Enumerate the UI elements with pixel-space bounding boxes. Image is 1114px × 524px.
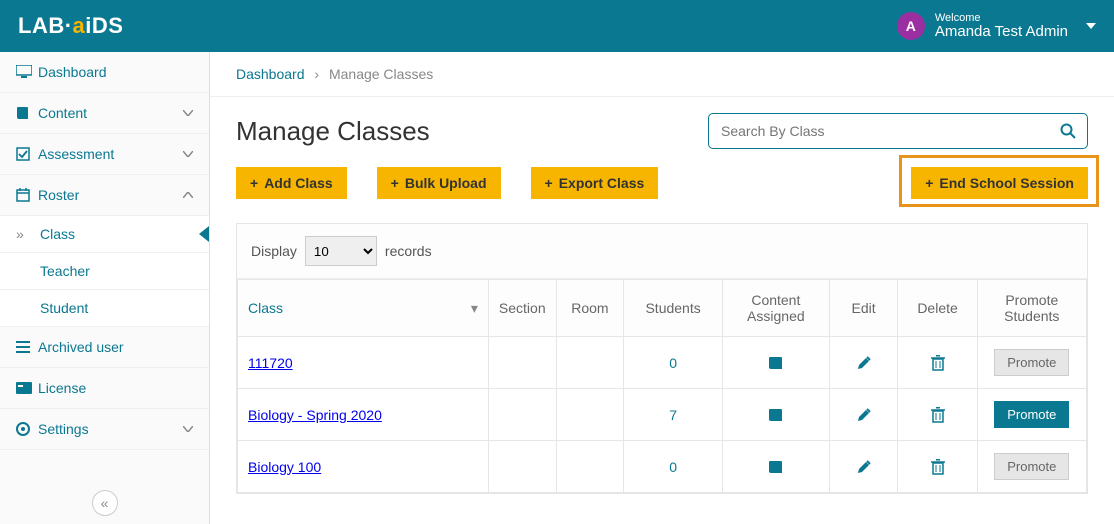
sidebar-item-label: Dashboard bbox=[38, 64, 107, 80]
cell-room bbox=[556, 441, 624, 493]
col-class[interactable]: Class ▾ bbox=[238, 280, 489, 337]
col-edit[interactable]: Edit bbox=[829, 280, 898, 337]
chevron-down-icon bbox=[183, 151, 193, 157]
cell-room bbox=[556, 389, 624, 441]
calendar-icon bbox=[16, 188, 38, 202]
classes-table: Class ▾ Section Room Students Content As… bbox=[237, 279, 1087, 493]
sidebar-sub-teacher[interactable]: Teacher bbox=[0, 253, 209, 290]
sidebar-item-content[interactable]: Content bbox=[0, 93, 209, 134]
sidebar-item-label: License bbox=[38, 380, 86, 396]
table-row: Biology - Spring 2020 7 Promote bbox=[238, 389, 1087, 441]
active-marker-icon bbox=[199, 226, 209, 242]
card-icon bbox=[16, 382, 38, 394]
col-delete[interactable]: Delete bbox=[898, 280, 977, 337]
class-link[interactable]: Biology - Spring 2020 bbox=[248, 407, 382, 423]
sidebar-item-label: Class bbox=[40, 226, 75, 242]
chevron-right-icon: » bbox=[16, 226, 24, 242]
caret-down-icon bbox=[1086, 23, 1096, 29]
plus-icon: + bbox=[250, 175, 258, 191]
delete-icon[interactable] bbox=[908, 407, 966, 423]
bulk-upload-button[interactable]: + Bulk Upload bbox=[377, 167, 501, 199]
delete-icon[interactable] bbox=[908, 459, 966, 475]
sidebar-item-label: Roster bbox=[38, 187, 79, 203]
sidebar-item-label: Assessment bbox=[38, 146, 114, 162]
content-assigned-icon[interactable] bbox=[733, 356, 819, 370]
sidebar: Dashboard Content Assessment Roster » bbox=[0, 52, 210, 524]
records-label: records bbox=[385, 243, 432, 259]
gear-icon bbox=[16, 422, 38, 436]
sidebar-item-label: Settings bbox=[38, 421, 89, 437]
collapse-sidebar-button[interactable]: « bbox=[92, 490, 118, 516]
col-promote[interactable]: Promote Students bbox=[977, 280, 1086, 337]
promote-button[interactable]: Promote bbox=[994, 401, 1069, 428]
cell-students: 0 bbox=[624, 441, 723, 493]
cell-students: 7 bbox=[624, 389, 723, 441]
add-class-button[interactable]: + Add Class bbox=[236, 167, 347, 199]
sidebar-item-label: Archived user bbox=[38, 339, 124, 355]
cell-section bbox=[488, 389, 556, 441]
table-row: Biology 100 0 Promote bbox=[238, 441, 1087, 493]
class-link[interactable]: 111720 bbox=[248, 355, 293, 371]
sidebar-sub-student[interactable]: Student bbox=[0, 290, 209, 327]
col-content-assigned[interactable]: Content Assigned bbox=[723, 280, 830, 337]
main-content: Dashboard › Manage Classes Manage Classe… bbox=[210, 52, 1114, 524]
promote-button[interactable]: Promote bbox=[994, 453, 1069, 480]
plus-icon: + bbox=[545, 175, 553, 191]
breadcrumb: Dashboard › Manage Classes bbox=[210, 52, 1114, 97]
search-icon[interactable] bbox=[1060, 123, 1076, 139]
app-header: LAB·aiDS A Welcome Amanda Test Admin bbox=[0, 0, 1114, 52]
chevron-down-icon bbox=[183, 426, 193, 432]
sidebar-item-assessment[interactable]: Assessment bbox=[0, 134, 209, 175]
edit-icon[interactable] bbox=[840, 407, 888, 423]
chevron-up-icon bbox=[183, 192, 193, 198]
delete-icon[interactable] bbox=[908, 355, 966, 371]
sidebar-item-label: Student bbox=[40, 300, 88, 316]
edit-icon[interactable] bbox=[840, 355, 888, 371]
logo: LAB·aiDS bbox=[18, 13, 123, 39]
sidebar-item-label: Content bbox=[38, 105, 87, 121]
avatar: A bbox=[897, 12, 925, 40]
content-assigned-icon[interactable] bbox=[733, 460, 819, 474]
cell-students: 0 bbox=[624, 337, 723, 389]
sidebar-sub-class[interactable]: » Class bbox=[0, 216, 209, 253]
cell-section bbox=[488, 337, 556, 389]
sidebar-item-license[interactable]: License bbox=[0, 368, 209, 409]
display-select[interactable]: 10 bbox=[305, 236, 377, 266]
list-icon bbox=[16, 341, 38, 353]
sidebar-item-dashboard[interactable]: Dashboard bbox=[0, 52, 209, 93]
edit-icon[interactable] bbox=[840, 459, 888, 475]
welcome-block: Welcome Amanda Test Admin bbox=[935, 12, 1068, 41]
book-icon bbox=[16, 106, 38, 120]
plus-icon: + bbox=[925, 175, 933, 191]
page-title: Manage Classes bbox=[236, 116, 430, 147]
cell-room bbox=[556, 337, 624, 389]
sidebar-item-label: Teacher bbox=[40, 263, 90, 279]
search-input[interactable] bbox=[708, 113, 1088, 149]
table-row: 111720 0 Promote bbox=[238, 337, 1087, 389]
sort-desc-icon: ▾ bbox=[471, 300, 478, 317]
sidebar-item-roster[interactable]: Roster bbox=[0, 175, 209, 216]
promote-button[interactable]: Promote bbox=[994, 349, 1069, 376]
col-room[interactable]: Room bbox=[556, 280, 624, 337]
export-class-button[interactable]: + Export Class bbox=[531, 167, 659, 199]
breadcrumb-sep: › bbox=[314, 66, 319, 82]
cell-section bbox=[488, 441, 556, 493]
breadcrumb-current: Manage Classes bbox=[329, 66, 433, 82]
chevron-down-icon bbox=[183, 110, 193, 116]
content-assigned-icon[interactable] bbox=[733, 408, 819, 422]
class-link[interactable]: Biology 100 bbox=[248, 459, 321, 475]
breadcrumb-dashboard[interactable]: Dashboard bbox=[236, 66, 305, 82]
check-square-icon bbox=[16, 147, 38, 161]
display-label: Display bbox=[251, 243, 297, 259]
sidebar-item-archived-user[interactable]: Archived user bbox=[0, 327, 209, 368]
monitor-icon bbox=[16, 65, 38, 79]
sidebar-item-settings[interactable]: Settings bbox=[0, 409, 209, 450]
plus-icon: + bbox=[391, 175, 399, 191]
user-menu[interactable]: A Welcome Amanda Test Admin bbox=[897, 12, 1096, 41]
col-section[interactable]: Section bbox=[488, 280, 556, 337]
end-school-session-button[interactable]: + End School Session bbox=[911, 167, 1088, 199]
col-students[interactable]: Students bbox=[624, 280, 723, 337]
